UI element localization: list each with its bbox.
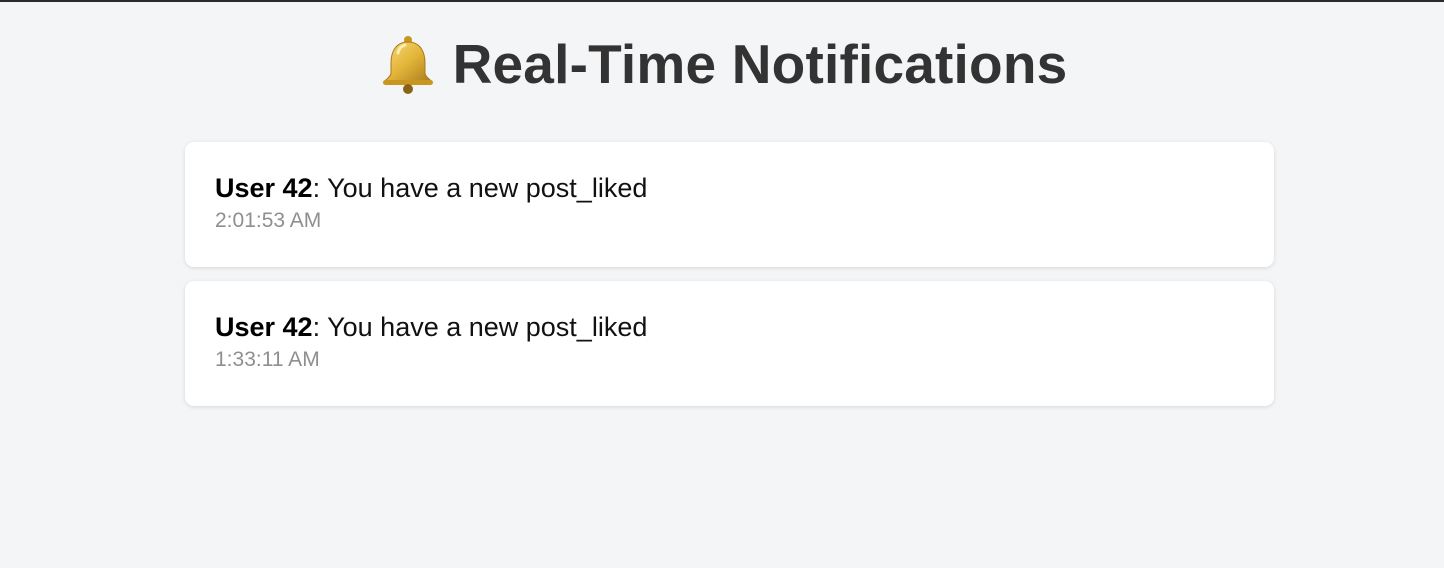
notification-text: You have a new post_liked	[320, 173, 648, 203]
notification-user: User 42	[215, 312, 313, 342]
page-header: Real-Time Notifications	[0, 30, 1444, 98]
notification-time: 2:01:53 AM	[215, 209, 322, 232]
notification-user: User 42	[215, 173, 313, 203]
notification-separator: :	[312, 173, 321, 203]
notification-card: User 42: You have a new post_liked 1:33:…	[185, 281, 1274, 406]
notification-message: User 42: You have a new post_liked	[215, 311, 1244, 343]
notification-list: User 42: You have a new post_liked 2:01:…	[185, 142, 1274, 420]
notification-card: User 42: You have a new post_liked 2:01:…	[185, 142, 1274, 267]
notification-message: User 42: You have a new post_liked	[215, 172, 1244, 204]
notification-separator: :	[312, 312, 321, 342]
notification-time: 1:33:11 AM	[215, 348, 320, 371]
page-title: Real-Time Notifications	[452, 33, 1068, 95]
bell-icon	[377, 33, 439, 95]
notification-text: You have a new post_liked	[320, 312, 648, 342]
